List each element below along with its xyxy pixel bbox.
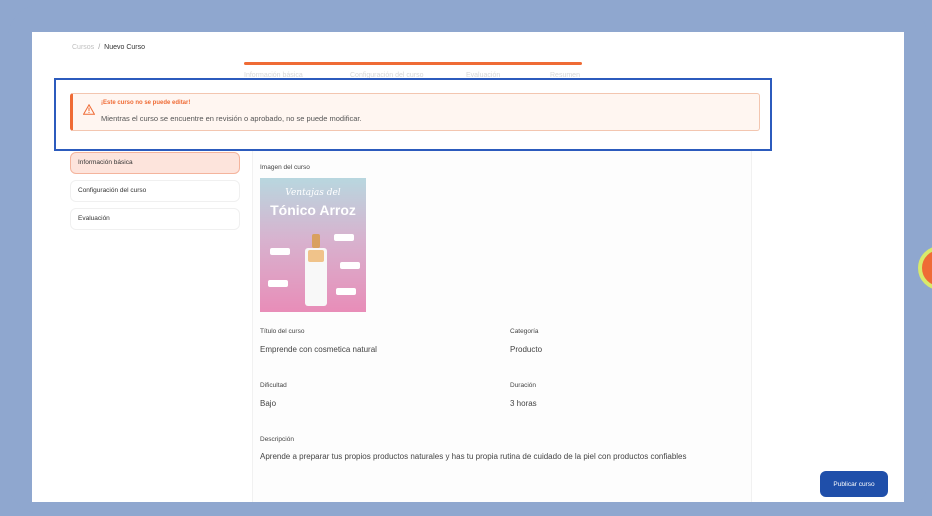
breadcrumb-root[interactable]: Cursos: [72, 44, 94, 51]
title-value: Emprende con cosmetica natural: [260, 345, 377, 354]
bottle-illustration: [305, 234, 327, 306]
image-tag: [334, 234, 354, 241]
image-title: Tónico Arroz: [270, 202, 356, 218]
sidebar-item-informacion-basica[interactable]: Información básica: [70, 152, 240, 174]
alert-message: Mientras el curso se encuentre en revisi…: [101, 114, 362, 123]
breadcrumb: Cursos / Nuevo Curso: [72, 44, 145, 51]
image-subtitle: Ventajas del: [285, 188, 341, 198]
image-tag: [336, 288, 356, 295]
image-tag: [268, 280, 288, 287]
image-tag: [340, 262, 360, 269]
description-label: Descripción: [260, 436, 294, 443]
breadcrumb-current: Nuevo Curso: [104, 44, 145, 51]
breadcrumb-separator: /: [98, 44, 101, 51]
title-label: Título del curso: [260, 328, 305, 335]
step-configuracion[interactable]: Configuración del curso: [350, 72, 424, 79]
course-image: Ventajas del Tónico Arroz: [260, 178, 366, 312]
difficulty-label: Dificultad: [260, 382, 287, 389]
sidebar-item-evaluacion[interactable]: Evaluación: [70, 208, 240, 230]
not-editable-alert: ¡Este curso no se puede editar! Mientras…: [70, 93, 760, 131]
duration-label: Duración: [510, 382, 537, 389]
step-progress-bar: [244, 62, 582, 65]
main-panel: Cursos / Nuevo Curso Información básica Co…: [32, 32, 904, 502]
step-resumen[interactable]: Resumen: [550, 72, 580, 79]
image-tag: [270, 248, 290, 255]
warning-icon: [83, 104, 95, 115]
difficulty-value: Bajo: [260, 399, 277, 408]
category-label: Categoría: [510, 328, 539, 335]
image-label: Imagen del curso: [260, 164, 310, 171]
step-evaluacion[interactable]: Evaluación: [466, 72, 500, 79]
step-informacion-basica[interactable]: Información básica: [244, 72, 303, 79]
sidebar-item-configuracion[interactable]: Configuración del curso: [70, 180, 240, 202]
publish-course-button[interactable]: Publicar curso: [820, 471, 888, 497]
alert-title: ¡Este curso no se puede editar!: [101, 100, 191, 106]
category-value: Producto: [510, 345, 543, 354]
sidebar: Información básica Configuración del cur…: [70, 152, 240, 236]
description-value: Aprende a preparar tus propios productos…: [260, 452, 687, 461]
duration-value: 3 horas: [510, 399, 537, 408]
